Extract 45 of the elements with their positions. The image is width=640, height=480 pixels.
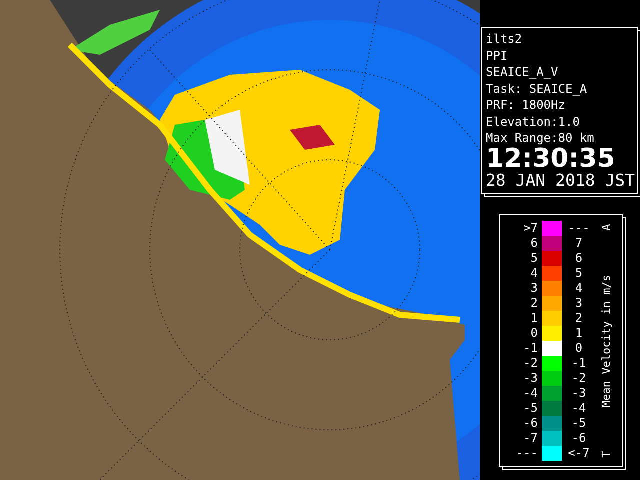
legend-label: -4: [522, 386, 538, 400]
legend-label: 6: [574, 251, 584, 265]
legend-label: 1: [530, 311, 538, 325]
legend-label: -6: [570, 431, 588, 445]
legend-label: -4: [570, 401, 588, 415]
legend-label: 4: [530, 266, 538, 280]
legend-label: 4: [574, 281, 584, 295]
info-text: Elevation:1.0: [486, 114, 581, 130]
legend-label: 5: [530, 251, 538, 265]
legend-label: -3: [522, 371, 538, 385]
info-text: SEAICE_A_V: [486, 64, 560, 80]
legend-label: 2: [574, 311, 584, 325]
legend-label: >7: [522, 221, 538, 235]
echo-area: [290, 125, 335, 150]
legend-label: -7: [522, 431, 538, 445]
legend-label: 7: [574, 236, 584, 250]
info-text: ilts2: [486, 31, 524, 48]
legend-label: -2: [570, 371, 588, 385]
info-text: PPI: [486, 48, 509, 64]
legend-label: 0: [574, 341, 584, 355]
legend-label: 3: [530, 281, 538, 295]
legend-label: -3: [570, 386, 588, 400]
legend-label: 1: [574, 326, 584, 340]
legend-label: 0: [530, 326, 538, 340]
legend-label: ---: [515, 446, 538, 460]
legend-label: -1: [570, 356, 588, 370]
legend-label: -1: [522, 341, 538, 355]
legend-label: -6: [522, 416, 538, 430]
info-text: Max Range:80 km: [486, 130, 596, 146]
legend-label: -5: [522, 401, 538, 415]
legend-label: 3: [574, 296, 584, 310]
legend-label: <-7: [567, 446, 591, 460]
legend-label: 6: [530, 236, 538, 250]
legend-mark: T: [600, 452, 612, 458]
legend-label: 2: [530, 296, 538, 310]
info-text: PRF: 1800Hz: [486, 97, 566, 114]
legend-label: -2: [522, 356, 538, 370]
legend-title: Mean Velocity in m/s: [600, 274, 612, 408]
legend-mark: A: [600, 224, 612, 230]
date-text: 28 JAN 2018 JST: [486, 170, 634, 190]
time-text: 12:30:35: [486, 146, 616, 170]
legend-label: -5: [570, 416, 588, 430]
legend-label: ---: [567, 221, 591, 235]
info-text: Task: SEAICE_A: [486, 80, 588, 97]
legend-label: 5: [574, 266, 584, 280]
